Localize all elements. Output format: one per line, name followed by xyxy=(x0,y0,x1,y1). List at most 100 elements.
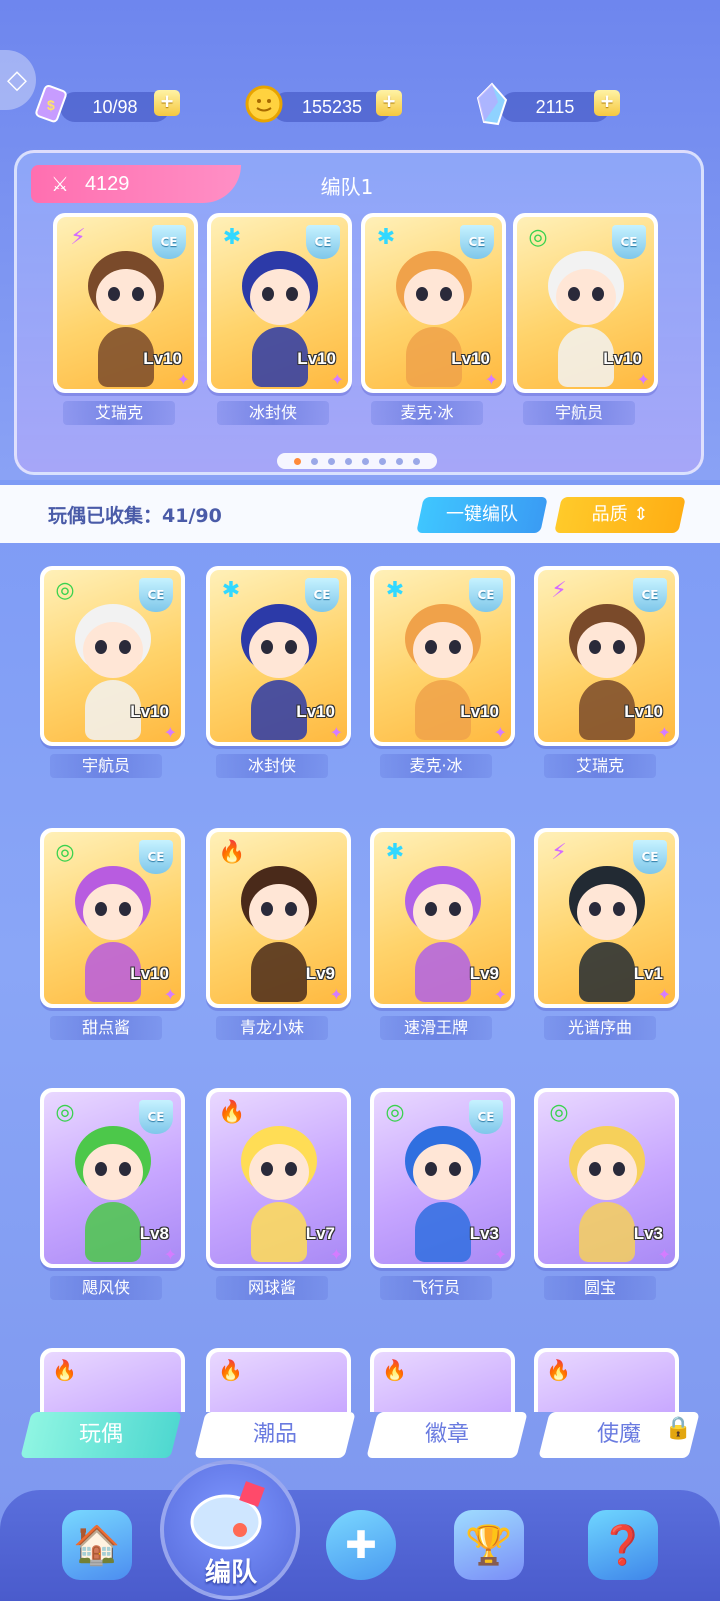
doll-card[interactable]: ✱ CE Lv10 ✦ 冰封侠 xyxy=(206,566,351,781)
page-dot[interactable] xyxy=(396,457,403,465)
doll-card-art: ⚡ CE Lv10 ✦ xyxy=(538,570,675,742)
collection-bar: 玩偶已收集：41/90 一键编队 品质 ⇕ xyxy=(0,485,720,543)
team-member-card-art: ⚡ CE Lv10 ✦ xyxy=(57,217,194,389)
doll-level: Lv10 xyxy=(624,702,663,721)
page-dot[interactable] xyxy=(413,457,420,465)
team-member-card[interactable]: ✱ CE Lv10 ✦ 冰封侠 xyxy=(207,213,352,433)
doll-card[interactable]: ◎ Lv3 ✦ 圆宝 xyxy=(534,1088,679,1303)
star-sparkle-icon: ✦ xyxy=(636,370,650,389)
tab-dolls[interactable]: 玩偶 xyxy=(20,1412,182,1458)
team-member-card-frame: ✱ CE Lv10 ✦ xyxy=(361,213,506,393)
page-dot[interactable] xyxy=(328,457,335,465)
doll-card-partial-art: 🔥 xyxy=(374,1352,511,1412)
tab-trendy-label: 潮品 xyxy=(252,1422,297,1447)
doll-card[interactable]: 🔥 Lv9 ✦ 青龙小妹 xyxy=(206,828,351,1043)
team-member-card[interactable]: ✱ CE Lv10 ✦ 麦克·冰 xyxy=(361,213,506,433)
element-lightning-icon: ⚡ xyxy=(551,578,567,603)
ticket-icon: $ xyxy=(35,84,67,123)
ce-badge-icon: CE xyxy=(612,225,646,259)
doll-card-partial[interactable]: 🔥 xyxy=(370,1348,515,1412)
team-page-indicator[interactable] xyxy=(277,453,437,469)
doll-card-frame: ◎ Lv3 ✦ xyxy=(534,1088,679,1268)
crystal-icon xyxy=(476,82,508,126)
collection-count: 玩偶已收集：41/90 xyxy=(48,505,222,527)
team-member-level: Lv10 xyxy=(297,349,336,368)
doll-card-partial[interactable]: 🔥 xyxy=(206,1348,351,1412)
doll-card-partial-art: 🔥 xyxy=(44,1352,181,1412)
page-dot[interactable] xyxy=(379,457,386,465)
doll-card[interactable]: ✱ Lv9 ✦ 速滑王牌 xyxy=(370,828,515,1043)
add-gems-button[interactable]: + xyxy=(594,90,620,116)
doll-card[interactable]: ◎ CE Lv10 ✦ 甜点酱 xyxy=(40,828,185,1043)
star-sparkle-icon: ✦ xyxy=(329,723,343,742)
add-stamina-button[interactable]: + xyxy=(154,90,180,116)
team-member-card[interactable]: ⚡ CE Lv10 ✦ 艾瑞克 xyxy=(53,213,198,433)
ce-badge-icon: CE xyxy=(139,1100,173,1134)
doll-name: 速滑王牌 xyxy=(380,1016,492,1040)
element-ice-icon: ✱ xyxy=(221,578,241,603)
doll-card[interactable]: ⚡ CE Lv10 ✦ 艾瑞克 xyxy=(534,566,679,781)
page-dot[interactable] xyxy=(345,457,352,465)
team-member-name: 艾瑞克 xyxy=(63,401,175,425)
team-member-card-art: ◎ CE Lv10 ✦ xyxy=(517,217,654,389)
team-member-card[interactable]: ◎ CE Lv10 ✦ 宇航员 xyxy=(513,213,658,433)
doll-card-art: 🔥 Lv7 ✦ xyxy=(210,1092,347,1264)
team-member-name: 宇航员 xyxy=(523,401,635,425)
ce-badge-icon: CE xyxy=(152,225,186,259)
ce-badge-icon: CE xyxy=(139,840,173,874)
gacha-machine-icon: ❓ xyxy=(588,1510,658,1580)
team-member-card-frame: ◎ CE Lv10 ✦ xyxy=(513,213,658,393)
doll-card-frame: ◎ CE Lv8 ✦ xyxy=(40,1088,185,1268)
element-ice-icon: ✱ xyxy=(376,225,396,250)
page-dot[interactable] xyxy=(362,457,369,465)
doll-card[interactable]: ◎ CE Lv8 ✦ 飓风侠 xyxy=(40,1088,185,1303)
doll-card[interactable]: ⚡ CE Lv1 ✦ 光谱序曲 xyxy=(534,828,679,1043)
doll-card-frame: ⚡ CE Lv1 ✦ xyxy=(534,828,679,1008)
doll-name: 甜点酱 xyxy=(50,1016,162,1040)
doll-level: Lv7 xyxy=(305,1224,335,1243)
one-key-team-button[interactable]: 一键编队 xyxy=(416,497,548,533)
nav-gacha[interactable]: ❓ xyxy=(578,1500,668,1590)
doll-card-art: ⚡ CE Lv1 ✦ xyxy=(538,832,675,1004)
doll-level: Lv9 xyxy=(305,964,335,983)
element-wind-icon: ◎ xyxy=(55,1100,75,1125)
quality-label-text: 品质 xyxy=(591,504,628,525)
element-fire-icon: 🔥 xyxy=(218,1358,243,1382)
nav-trophy[interactable]: 🏆 xyxy=(444,1500,534,1590)
doll-card[interactable]: ◎ CE Lv10 ✦ 宇航员 xyxy=(40,566,185,781)
nav-home[interactable]: 🏠 xyxy=(52,1500,142,1590)
doll-card[interactable]: ✱ CE Lv10 ✦ 麦克·冰 xyxy=(370,566,515,781)
whistle-icon xyxy=(190,1481,265,1550)
coin-value: 155235 xyxy=(301,96,363,117)
bottom-navigation: 🏠 编队 ✚ 🏆 ❓ xyxy=(0,1460,720,1601)
quality-sort-button[interactable]: 品质 ⇕ xyxy=(554,497,686,533)
gem-counter: 2115 + xyxy=(476,82,620,126)
coin-icon xyxy=(245,85,283,123)
team-member-card-art: ✱ CE Lv10 ✦ xyxy=(211,217,348,389)
star-sparkle-icon: ✦ xyxy=(163,723,177,742)
element-fire-icon: 🔥 xyxy=(382,1358,407,1382)
lock-icon: 🔒 xyxy=(664,1416,692,1441)
page-dot[interactable] xyxy=(294,457,301,465)
doll-card-partial[interactable]: 🔥 xyxy=(40,1348,185,1412)
element-fire-icon: 🔥 xyxy=(218,840,246,865)
nav-dice[interactable]: ✚ xyxy=(316,1500,406,1590)
tab-familiars[interactable]: 使魔 🔒 xyxy=(538,1412,700,1458)
element-fire-icon: 🔥 xyxy=(546,1358,571,1382)
category-tabs: 玩偶 潮品 徽章 使魔 🔒 xyxy=(0,1412,720,1462)
star-sparkle-icon: ✦ xyxy=(657,723,671,742)
doll-card[interactable]: 🔥 Lv7 ✦ 网球酱 xyxy=(206,1088,351,1303)
doll-level: Lv9 xyxy=(469,964,499,983)
add-coins-button[interactable]: + xyxy=(376,90,402,116)
star-sparkle-icon: ✦ xyxy=(163,1245,177,1264)
ce-badge-icon: CE xyxy=(306,225,340,259)
page-dot[interactable] xyxy=(311,457,318,465)
doll-card-partial[interactable]: 🔥 xyxy=(534,1348,679,1412)
star-sparkle-icon: ✦ xyxy=(493,723,507,742)
star-sparkle-icon: ✦ xyxy=(329,985,343,1004)
tab-badges[interactable]: 徽章 xyxy=(366,1412,528,1458)
tab-trendy[interactable]: 潮品 xyxy=(194,1412,356,1458)
doll-level: Lv3 xyxy=(633,1224,663,1243)
doll-card[interactable]: ◎ CE Lv3 ✦ 飞行员 xyxy=(370,1088,515,1303)
doll-card-frame: ⚡ CE Lv10 ✦ xyxy=(534,566,679,746)
